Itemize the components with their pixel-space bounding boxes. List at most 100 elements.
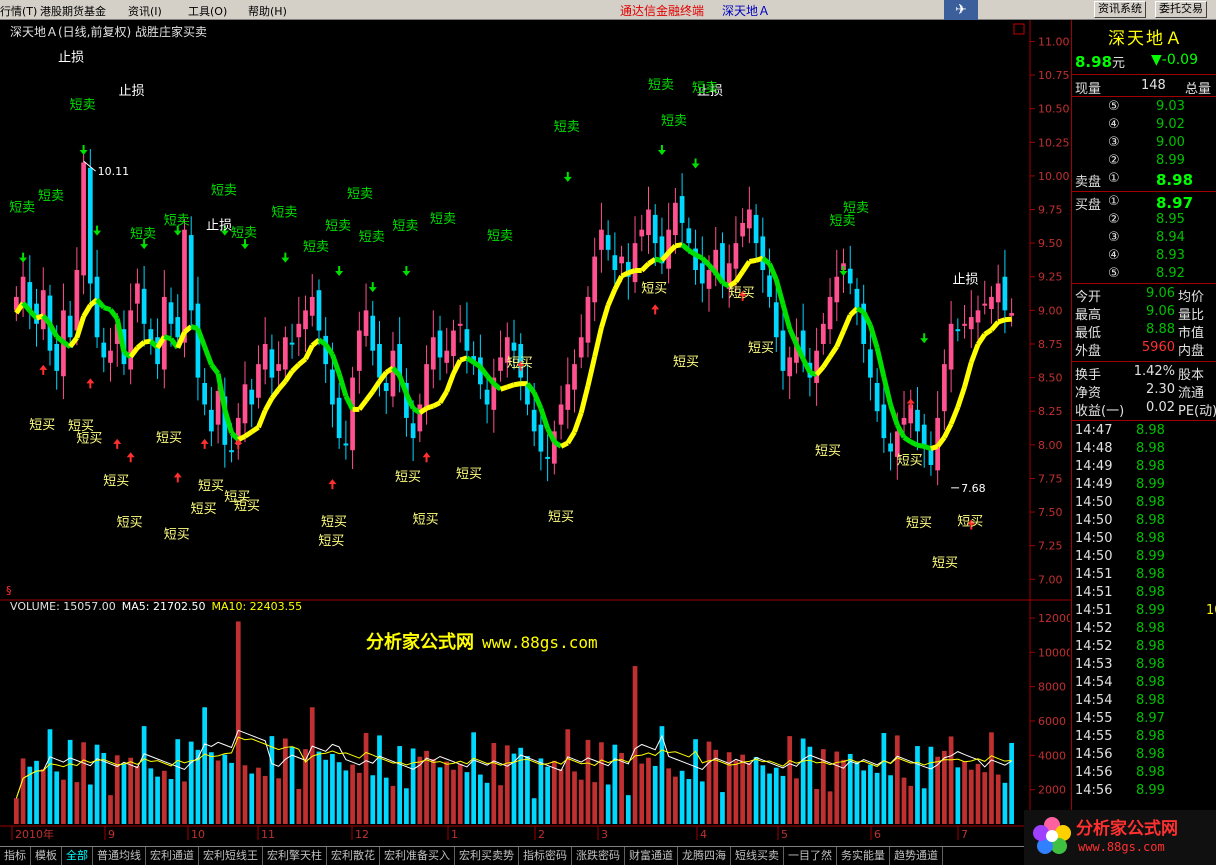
volume-bar bbox=[54, 771, 60, 824]
y-tick-label: 7.50 bbox=[1038, 506, 1063, 519]
bird-logo-icon[interactable]: ✈ bbox=[944, 0, 978, 20]
menu-item-quotes[interactable]: 行情(T) bbox=[0, 3, 37, 19]
trend-line-segment bbox=[256, 409, 268, 429]
short-buy-label: 短买 bbox=[395, 470, 421, 485]
tick-row[interactable]: 14:50 8.99 bbox=[1072, 549, 1216, 567]
indicator-tab[interactable]: 一目了然 bbox=[784, 847, 837, 865]
trend-line-segment bbox=[997, 317, 1006, 325]
trend-line-segment bbox=[81, 303, 93, 318]
tick-row[interactable]: 14:52 8.98 bbox=[1072, 621, 1216, 639]
indicator-tab[interactable]: 指标密码 bbox=[519, 847, 572, 865]
watermark: 分析家公式网 www.88gs.com bbox=[366, 628, 598, 654]
tick-price: 8.99 bbox=[1136, 549, 1165, 564]
indicator-tab[interactable]: 宏利散花 bbox=[327, 847, 380, 865]
candle bbox=[74, 270, 80, 331]
tick-row[interactable]: 14:54 8.98 bbox=[1072, 693, 1216, 711]
stat-row: 外盘 5960 内盘 bbox=[1072, 340, 1216, 359]
menu-item-tools[interactable]: 工具(O) bbox=[188, 3, 227, 19]
month-label: 2 bbox=[538, 828, 545, 841]
current-price: 8.98 bbox=[1075, 53, 1113, 71]
tick-row[interactable]: 14:55 8.97 bbox=[1072, 711, 1216, 729]
indicator-tab[interactable]: 宏利买卖势 bbox=[455, 847, 519, 865]
tick-row[interactable]: 14:51 8.98 bbox=[1072, 585, 1216, 603]
chart-title: 深天地Ａ(日线,前复权) 战胜庄家买卖 bbox=[10, 25, 207, 39]
trend-line-segment bbox=[733, 270, 745, 284]
tick-row[interactable]: 14:52 8.98 bbox=[1072, 639, 1216, 657]
volume-bar bbox=[773, 767, 779, 824]
indicator-tab[interactable]: 宏利准备买入 bbox=[380, 847, 455, 865]
news-system-button[interactable]: 资讯系统 bbox=[1094, 1, 1146, 18]
volume-bar bbox=[215, 760, 221, 824]
indicator-tab[interactable]: 指标 bbox=[0, 847, 31, 865]
tick-row[interactable]: 14:56 8.98 bbox=[1072, 765, 1216, 783]
trend-line-segment bbox=[647, 257, 657, 266]
kline-chart-area[interactable]: 11.00 10.75 10.50 10.25 10.00 9.75 9.50 9.25 9.0… bbox=[0, 20, 1070, 846]
trade-button[interactable]: 委托交易 bbox=[1155, 1, 1207, 18]
indicator-tab[interactable]: 宏利通道 bbox=[146, 847, 199, 865]
trend-line-segment bbox=[592, 327, 604, 358]
indicator-tab[interactable]: 模板 bbox=[31, 847, 62, 865]
indicator-tab[interactable]: 涨跌密码 bbox=[572, 847, 625, 865]
stat-label-2: 流通 bbox=[1178, 386, 1205, 401]
ask-price: 9.02 bbox=[1156, 117, 1185, 132]
volume-bar bbox=[161, 770, 167, 824]
indicator-tab[interactable]: 全部 bbox=[62, 847, 93, 865]
indicator-tab[interactable]: 普通均线 bbox=[93, 847, 146, 865]
price-change: ▼-0.09 bbox=[1151, 52, 1198, 68]
tick-row[interactable]: 14:49 8.98 bbox=[1072, 459, 1216, 477]
candle bbox=[430, 337, 436, 370]
y-tick-label: 7.75 bbox=[1038, 472, 1063, 485]
y-tick-label: 9.25 bbox=[1038, 271, 1063, 284]
site-logo: 分析家公式网 www.88gs.com bbox=[1024, 810, 1216, 865]
indicator-tab[interactable]: 财富通道 bbox=[625, 847, 678, 865]
volume-bar bbox=[67, 739, 73, 824]
indicator-tab[interactable]: 务实能量 bbox=[837, 847, 890, 865]
volume-bar bbox=[296, 788, 302, 824]
tick-row[interactable]: 14:50 8.98 bbox=[1072, 495, 1216, 513]
indicator-tab[interactable]: 趋势通道 bbox=[890, 847, 943, 865]
menu-item-help[interactable]: 帮助(H) bbox=[248, 3, 287, 19]
tick-row[interactable]: 14:55 8.98 bbox=[1072, 729, 1216, 747]
trend-line-segment bbox=[983, 327, 993, 337]
tick-row[interactable]: 14:49 8.99 bbox=[1072, 477, 1216, 495]
app-brand-title: 通达信金融终端 bbox=[620, 4, 705, 18]
volume-bar bbox=[639, 763, 645, 824]
stat-label-2: 内盘 bbox=[1178, 344, 1205, 359]
indicator-tab[interactable]: 宏利擎天柱 bbox=[263, 847, 327, 865]
tick-row[interactable]: 14:50 8.98 bbox=[1072, 513, 1216, 531]
stat-label-2: 均价 bbox=[1178, 290, 1205, 305]
sell-arrow-icon bbox=[563, 171, 572, 182]
bid-level-row: ③ 8.94 bbox=[1072, 230, 1216, 248]
sell-arrow-icon bbox=[920, 333, 929, 344]
tick-row[interactable]: 14:51 8.98 bbox=[1072, 567, 1216, 585]
tick-row[interactable]: 14:48 8.98 bbox=[1072, 441, 1216, 459]
indicator-tab[interactable]: 龙腾四海 bbox=[678, 847, 731, 865]
indicator-tab[interactable]: 短线买卖 bbox=[731, 847, 784, 865]
chart-canvas[interactable]: 11.00 10.75 10.50 10.25 10.00 9.75 9.50 9.25 9.0… bbox=[0, 20, 1070, 846]
tick-row[interactable]: 14:56 8.98 bbox=[1072, 747, 1216, 765]
menu-item-hk-futures-funds[interactable]: 港股期货基金 bbox=[40, 3, 106, 19]
menu-item-news[interactable]: 资讯(I) bbox=[128, 3, 162, 19]
volume-bar bbox=[121, 763, 127, 824]
tick-row[interactable]: 14:51 8.99 10 bbox=[1072, 603, 1216, 621]
tick-row[interactable]: 14:50 8.98 bbox=[1072, 531, 1216, 549]
tick-row[interactable]: 14:53 8.98 bbox=[1072, 657, 1216, 675]
short-sell-label: 短卖 bbox=[38, 189, 64, 204]
candle bbox=[356, 330, 362, 371]
indicator-tab[interactable]: 宏利短线王 bbox=[199, 847, 263, 865]
now-volume-row: 现量 148 总量 bbox=[1075, 78, 1211, 97]
volume-bar bbox=[397, 746, 403, 824]
tick-row[interactable]: 14:56 8.99 bbox=[1072, 783, 1216, 801]
trend-line-segment bbox=[881, 376, 894, 406]
volume-bar bbox=[417, 756, 423, 824]
candle bbox=[558, 404, 564, 425]
candle bbox=[948, 323, 954, 370]
short-sell-label: 短卖 bbox=[303, 240, 329, 255]
tick-row[interactable]: 14:47 8.98 bbox=[1072, 423, 1216, 441]
tick-row[interactable]: 14:54 8.98 bbox=[1072, 675, 1216, 693]
y-tick-label: 10.50 bbox=[1038, 103, 1070, 116]
candle bbox=[760, 236, 766, 271]
volume-bar bbox=[989, 732, 994, 824]
trend-line-segment bbox=[962, 361, 974, 388]
volume-bar bbox=[430, 759, 436, 824]
